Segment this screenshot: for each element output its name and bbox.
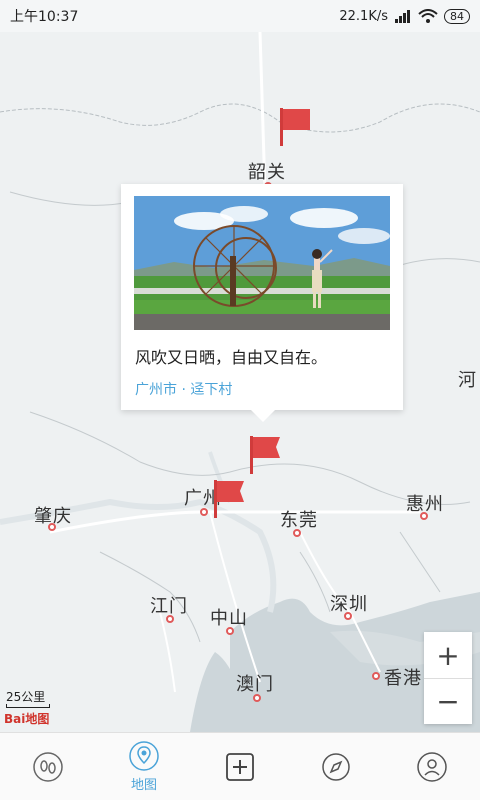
status-time: 上午10:37 xyxy=(10,9,79,25)
flag-marker-icon[interactable] xyxy=(210,478,250,520)
nav-discover[interactable] xyxy=(288,733,384,800)
post-location-link[interactable]: 广州市 · 迳下村 xyxy=(135,379,232,399)
city-dot xyxy=(166,615,174,623)
scale-label: 25公里 xyxy=(6,690,46,704)
nav-footprint[interactable] xyxy=(0,733,96,800)
signal-icon xyxy=(395,10,410,23)
battery-indicator: 84 xyxy=(444,8,470,24)
flag-marker-icon[interactable] xyxy=(276,106,316,148)
city-dot xyxy=(253,694,261,702)
city-dot xyxy=(420,512,428,520)
footprint-icon xyxy=(33,751,63,782)
city-label[interactable]: 韶关 xyxy=(248,158,286,184)
map-view[interactable]: 韶关 广州 东莞 惠州 肇庆 江门 中山 深圳 香港 澳门 河 风吹又日晒，自由… xyxy=(0,32,480,732)
zoom-control: + − xyxy=(424,632,472,724)
city-label[interactable]: 澳门 xyxy=(236,670,274,696)
city-label[interactable]: 河 xyxy=(458,366,477,392)
scale-bar xyxy=(6,704,50,708)
bottom-nav: 地图 xyxy=(0,732,480,800)
city-dot xyxy=(372,672,380,680)
compass-icon xyxy=(322,752,350,781)
city-dot xyxy=(48,523,56,531)
zoom-in-button[interactable]: + xyxy=(424,632,472,678)
nav-add[interactable] xyxy=(192,733,288,800)
wifi-icon xyxy=(418,9,438,23)
status-bar: 上午10:37 22.1K/s 84 xyxy=(0,0,480,32)
profile-icon xyxy=(417,751,447,782)
net-speed: 22.1K/s xyxy=(339,8,388,24)
city-dot xyxy=(200,508,208,516)
flag-marker-icon[interactable] xyxy=(246,434,286,476)
city-label[interactable]: 香港 xyxy=(384,664,422,690)
zoom-out-button[interactable]: − xyxy=(424,678,472,724)
city-dot xyxy=(344,612,352,620)
city-dot xyxy=(293,529,301,537)
nav-map-label: 地图 xyxy=(130,778,157,793)
post-popup-card[interactable]: 风吹又日晒，自由又自在。 广州市 · 迳下村 xyxy=(121,184,403,422)
post-photo-image xyxy=(134,196,390,330)
post-caption: 风吹又日晒，自由又自在。 xyxy=(135,348,328,367)
city-label[interactable]: 东莞 xyxy=(280,506,318,532)
add-icon xyxy=(226,752,254,781)
baidu-map-logo: Bai地图 xyxy=(4,712,50,726)
city-dot xyxy=(226,627,234,635)
post-photo[interactable] xyxy=(134,196,390,330)
map-icon xyxy=(129,741,159,771)
nav-profile[interactable] xyxy=(384,733,480,800)
nav-map[interactable]: 地图 xyxy=(96,733,192,800)
